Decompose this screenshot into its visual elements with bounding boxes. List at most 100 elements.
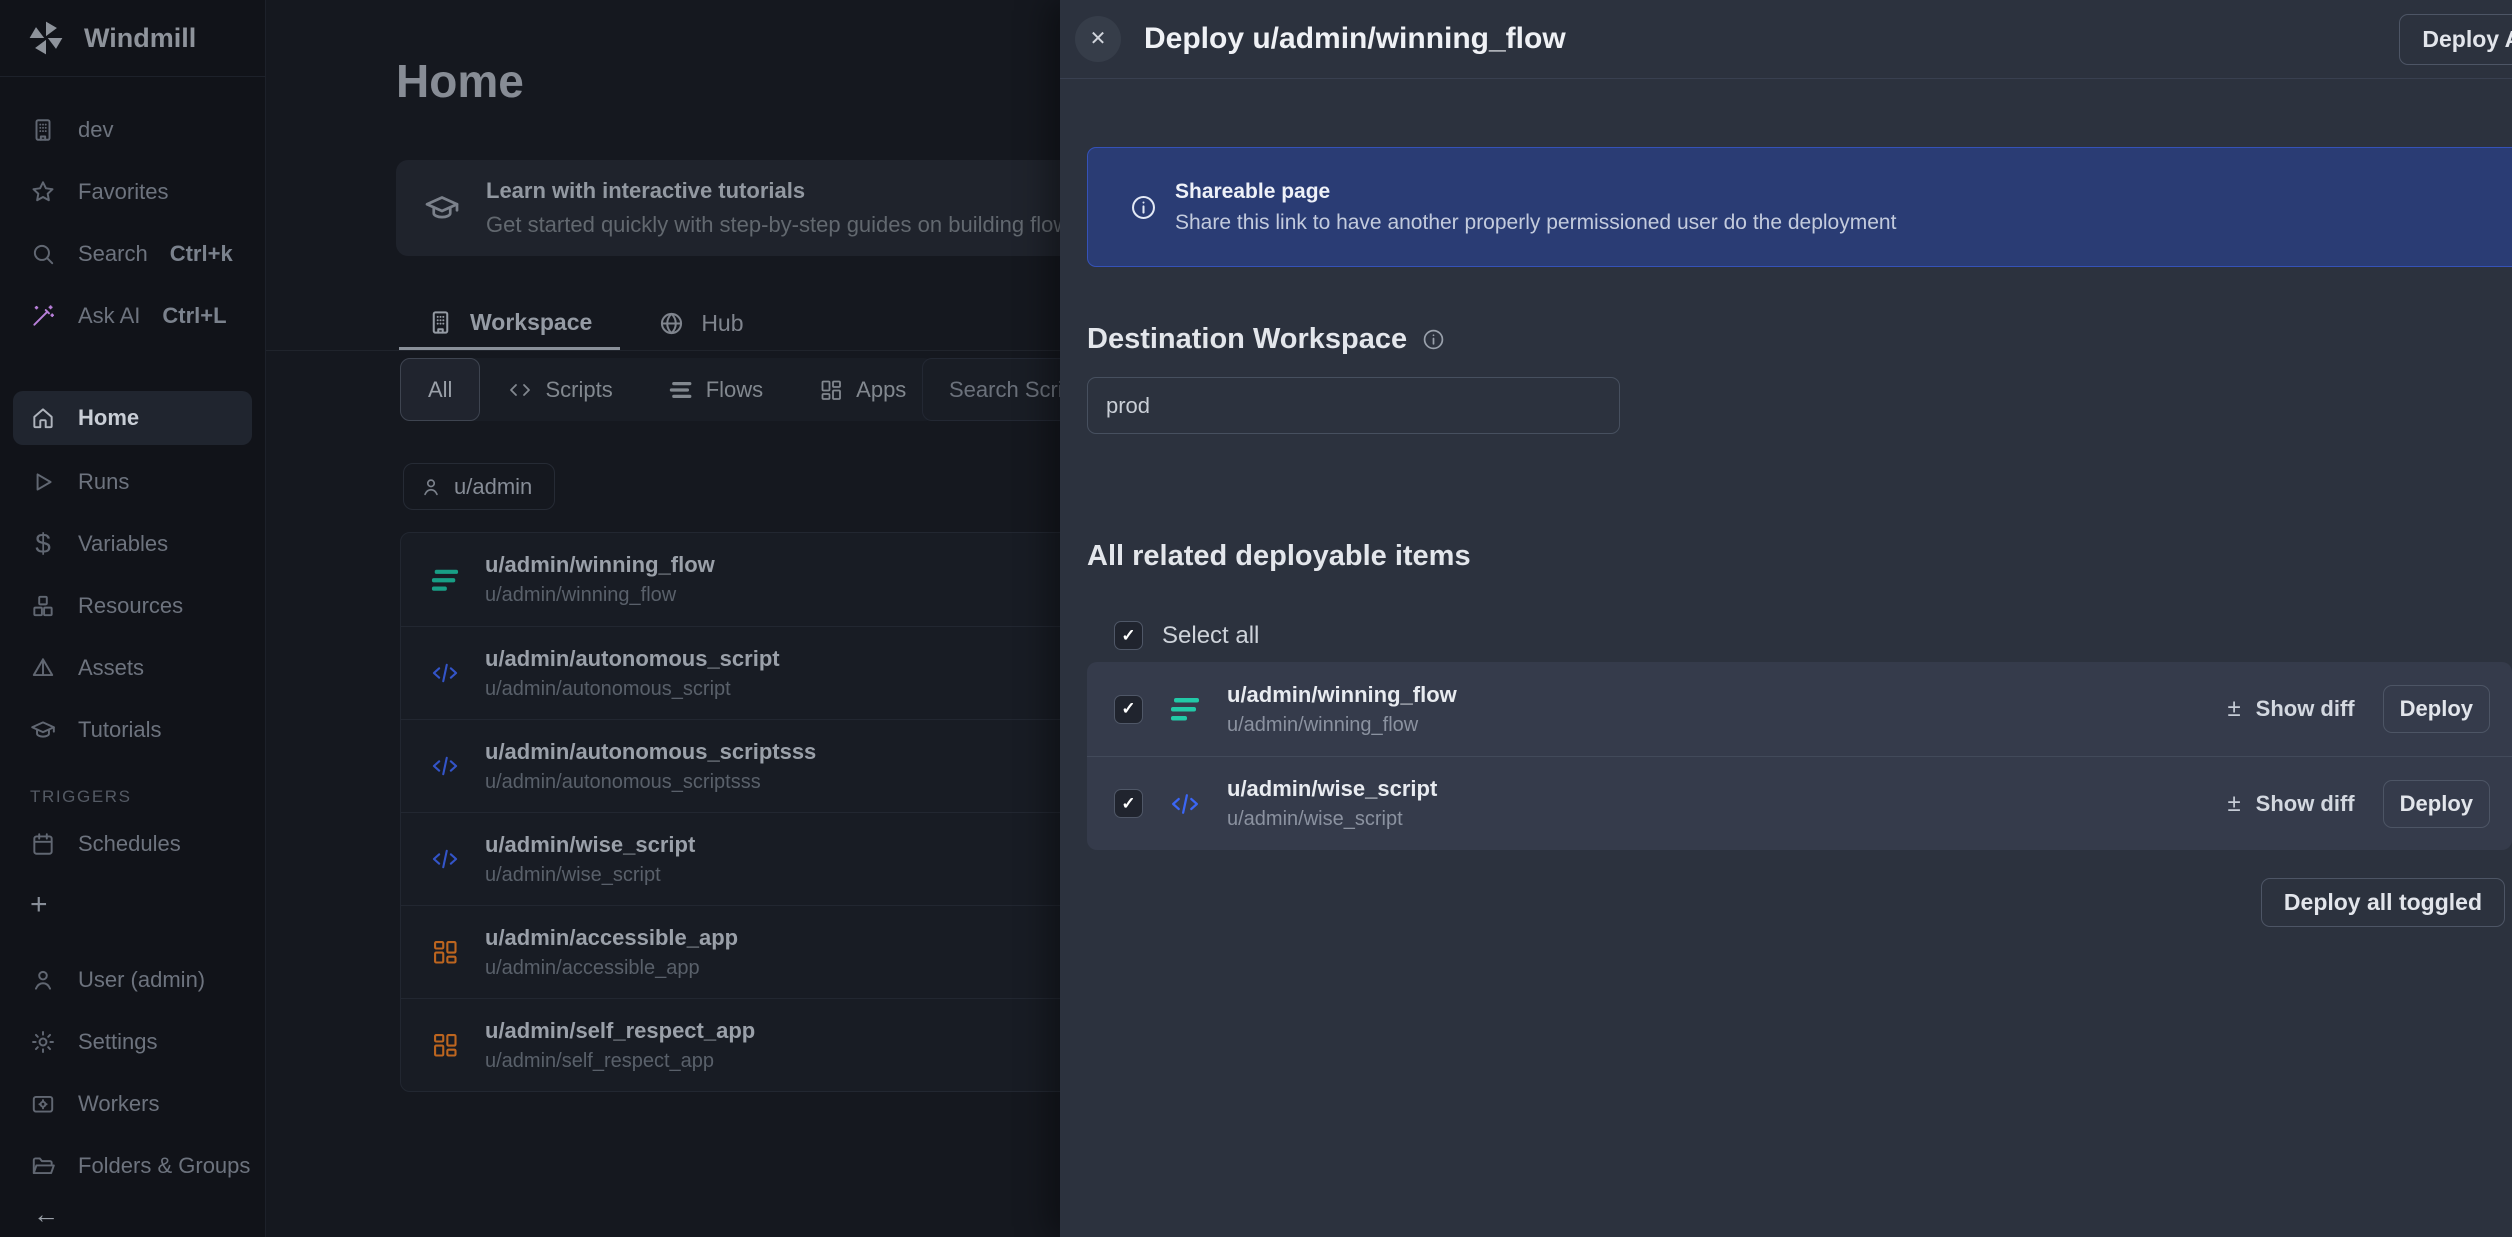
item-path: u/admin/autonomous_scriptsss <box>485 771 816 794</box>
sidebar-item-label: Variables <box>78 531 168 557</box>
deploy-drawer: Deploy u/admin/winning_flow Deploy All S… <box>1060 0 2512 1237</box>
filter-label: All <box>428 377 452 403</box>
source-tabs: Workspace Hub <box>399 297 772 350</box>
flow-icon <box>1170 694 1200 724</box>
sidebar: Windmill dev Favorites Search Ctrl+k <box>0 0 266 1237</box>
owner-filter-chip[interactable]: u/admin <box>403 463 555 510</box>
script-icon <box>431 845 459 873</box>
collapse-sidebar-button[interactable] <box>0 1197 265 1231</box>
item-checkbox[interactable] <box>1114 695 1143 724</box>
sidebar-item-variables[interactable]: $ Variables <box>0 513 265 575</box>
sidebar-item-resources[interactable]: Resources <box>0 575 265 637</box>
sidebar-item-user[interactable]: User (admin) <box>0 949 265 1011</box>
close-icon <box>1090 29 1107 49</box>
sidebar-item-tutorials[interactable]: Tutorials <box>0 699 265 761</box>
sidebar-item-label: Ask AI <box>78 303 140 329</box>
sidebar-item-label: Schedules <box>78 831 181 857</box>
shareable-page-banner: Shareable page Share this link to have a… <box>1087 147 2512 267</box>
sidebar-top-nav: dev Favorites Search Ctrl+k Ask AI Ctrl+… <box>0 77 265 347</box>
sidebar-item-settings[interactable]: Settings <box>0 1011 265 1073</box>
sidebar-item-workspace-dev[interactable]: dev <box>0 99 265 161</box>
graduation-cap-icon <box>30 717 56 743</box>
show-diff-label: Show diff <box>2256 696 2355 722</box>
select-all-row: Select all <box>1087 621 2512 650</box>
sidebar-item-runs[interactable]: Runs <box>0 451 265 513</box>
building-icon <box>30 117 56 143</box>
select-all-label: Select all <box>1162 622 1259 650</box>
triggers-section-label: TRIGGERS <box>30 787 265 807</box>
item-name: u/admin/autonomous_script <box>485 646 780 672</box>
arrow-left-icon <box>33 1201 59 1228</box>
diff-icon <box>2227 791 2240 817</box>
flow-icon <box>669 378 693 402</box>
show-diff-button[interactable]: Show diff <box>2227 696 2354 722</box>
brand-name: Windmill <box>84 23 196 54</box>
filter-label: Flows <box>706 377 763 403</box>
filter-scripts[interactable]: Scripts <box>480 358 640 421</box>
sidebar-item-label: Runs <box>78 469 129 495</box>
deploy-toggled-row: Deploy all toggled <box>1087 878 2512 927</box>
brand-logo[interactable]: Windmill <box>0 0 265 77</box>
select-all-checkbox[interactable] <box>1114 621 1143 650</box>
item-path: u/admin/winning_flow <box>485 584 715 607</box>
destination-workspace-section: Destination Workspace <box>1087 323 2512 356</box>
show-diff-button[interactable]: Show diff <box>2227 791 2354 817</box>
user-icon <box>420 476 442 498</box>
building-icon <box>427 309 454 336</box>
info-icon <box>1130 194 1157 221</box>
code-icon <box>508 378 532 402</box>
filter-label: Scripts <box>545 377 612 403</box>
sidebar-item-home[interactable]: Home <box>13 391 252 445</box>
drawer-header: Deploy u/admin/winning_flow Deploy All <box>1060 0 2512 79</box>
deploy-item-button[interactable]: Deploy <box>2383 685 2490 733</box>
windmill-logo-icon <box>26 18 66 58</box>
drawer-title: Deploy u/admin/winning_flow <box>1144 22 1566 56</box>
deployable-items-card: u/admin/winning_flow u/admin/winning_flo… <box>1087 662 2512 850</box>
destination-workspace-input[interactable] <box>1087 377 1620 434</box>
dollar-icon: $ <box>30 531 56 557</box>
sidebar-item-label: Home <box>78 405 139 431</box>
play-icon <box>30 469 56 495</box>
item-name: u/admin/wise_script <box>485 832 695 858</box>
sidebar-item-folders-groups[interactable]: Folders & Groups <box>0 1135 265 1197</box>
sidebar-item-ask-ai[interactable]: Ask AI Ctrl+L <box>0 285 265 347</box>
sidebar-item-favorites[interactable]: Favorites <box>0 161 265 223</box>
filter-all[interactable]: All <box>400 358 480 421</box>
item-name: u/admin/winning_flow <box>485 552 715 578</box>
section-heading: All related deployable items <box>1087 540 1471 573</box>
item-checkbox[interactable] <box>1114 789 1143 818</box>
sidebar-item-schedules[interactable]: Schedules <box>0 813 265 875</box>
globe-icon <box>658 310 685 337</box>
script-icon <box>1170 789 1200 819</box>
page-title: Home <box>396 54 524 108</box>
deploy-item-button[interactable]: Deploy <box>2383 780 2490 828</box>
item-name: u/admin/winning_flow <box>1227 682 2227 708</box>
sidebar-item-workers[interactable]: Workers <box>0 1073 265 1135</box>
folder-icon <box>30 1153 56 1179</box>
diff-icon <box>2227 696 2240 722</box>
shortcut-hint: Ctrl+L <box>162 303 226 329</box>
sidebar-item-label: Assets <box>78 655 144 681</box>
deploy-all-toggled-button[interactable]: Deploy all toggled <box>2261 878 2505 927</box>
show-diff-label: Show diff <box>2256 791 2355 817</box>
user-icon <box>30 967 56 993</box>
shortcut-hint: Ctrl+k <box>170 241 233 267</box>
sidebar-item-label: Folders & Groups <box>78 1153 250 1179</box>
tab-workspace[interactable]: Workspace <box>399 297 620 350</box>
sidebar-item-search[interactable]: Search Ctrl+k <box>0 223 265 285</box>
tab-hub[interactable]: Hub <box>630 297 771 350</box>
filter-apps[interactable]: Apps <box>791 358 934 421</box>
sidebar-item-label: Search <box>78 241 148 267</box>
sidebar-item-assets[interactable]: Assets <box>0 637 265 699</box>
close-drawer-button[interactable] <box>1075 16 1121 62</box>
script-icon <box>431 659 459 687</box>
tab-label: Hub <box>701 310 743 337</box>
filter-flows[interactable]: Flows <box>641 358 791 421</box>
add-trigger-button[interactable] <box>0 875 265 931</box>
graduation-cap-icon <box>424 190 460 226</box>
banner-title: Shareable page <box>1175 180 1896 204</box>
pyramid-icon <box>30 655 56 681</box>
deploy-all-button[interactable]: Deploy All <box>2399 14 2512 65</box>
app-icon <box>431 1031 459 1059</box>
deployable-item-row: u/admin/winning_flow u/admin/winning_flo… <box>1087 662 2512 756</box>
